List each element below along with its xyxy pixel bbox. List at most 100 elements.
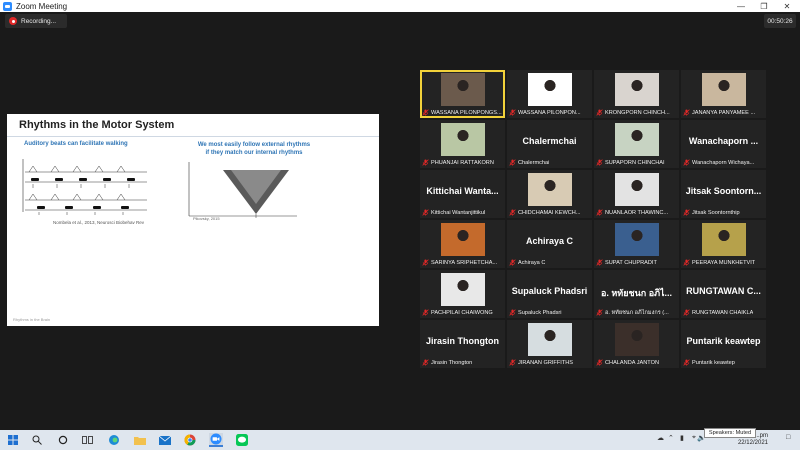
meeting-timer: 00:50:26 [764, 14, 796, 28]
participant-caption: SUPAT CHUPRADIT [596, 258, 657, 267]
participant-video [701, 73, 746, 106]
participant-tile[interactable]: JIRANAN GRIFFITHS [507, 320, 592, 368]
muted-mic-icon [509, 309, 516, 316]
edge-icon[interactable] [107, 433, 121, 447]
right-citation: Pikovsky, 2015 [193, 216, 220, 221]
muted-mic-icon [596, 109, 603, 116]
participant-tile[interactable]: RUNGTAWAN C... RUNGTAWAN CHAIKLA [681, 270, 766, 318]
participant-name-label: PACHPILAI CHAIWONG [431, 309, 493, 316]
recording-icon [9, 17, 17, 25]
participant-tile[interactable]: อ. หทัยชนก อภิไ... อ. หทัยชนก อภิไกมงกร (… [594, 270, 679, 318]
entrainment-funnel-diagram [188, 162, 297, 218]
slide-footer: Rhythms in the Brain [13, 317, 51, 322]
muted-mic-icon [422, 259, 429, 266]
participant-tile[interactable]: WASSANA PILONPONGS... [420, 70, 505, 118]
left-citation: Nombela et al., 2013, Neurosci Biobehav … [53, 220, 145, 225]
participant-caption: CHIDCHAMAI KEWCH... [509, 208, 580, 217]
participant-display-name: Wanachaporn ... [688, 136, 759, 146]
participant-name-label: PHUANJAI RATTAKORN [431, 159, 494, 166]
windows-taskbar: ☁ ⌃ ▮ ⌖ 🔈 ...pm 22/12/2021 □ [0, 430, 800, 450]
participant-video [440, 73, 485, 106]
participant-gallery: WASSANA PILONPONGS... WASSANA PILONPON...… [420, 70, 766, 370]
participant-name-label: CHIDCHAMAI KEWCH... [518, 209, 581, 216]
muted-mic-icon [422, 109, 429, 116]
participant-caption: PHUANJAI RATTAKORN [422, 158, 494, 167]
notifications-icon[interactable]: □ [786, 434, 790, 441]
zoom-app-icon [3, 1, 12, 11]
participant-tile[interactable]: PEERAYA MUNKHETVIT [681, 220, 766, 268]
participant-name-label: Chalermchai [518, 159, 550, 166]
participant-caption: JIRANAN GRIFFITHS [509, 358, 573, 367]
slide-right-heading-line1: We most easily follow external rhythms [197, 142, 311, 148]
participant-caption: Kittichai Wantanjittikul [422, 208, 485, 217]
muted-mic-icon [422, 209, 429, 216]
file-explorer-icon[interactable] [133, 433, 147, 447]
participant-name-label: Wanachaporn Wichaya... [692, 159, 755, 166]
muted-mic-icon [509, 159, 516, 166]
restore-icon[interactable]: ❐ [753, 0, 775, 12]
participant-video [440, 123, 485, 156]
participant-name-label: Jitsak Soontornthip [692, 209, 740, 216]
participant-video [527, 73, 572, 106]
participant-caption: PACHPILAI CHAIWONG [422, 308, 493, 317]
participant-caption: Jirasin Thongton [422, 358, 472, 367]
participant-tile[interactable]: KRONGPORN CHINCH... [594, 70, 679, 118]
zoom-window: Zoom Meeting — ❐ ✕ Recording... 00:50:26… [0, 0, 800, 430]
participant-tile[interactable]: CHALANDA JANTON [594, 320, 679, 368]
minimize-icon[interactable]: — [730, 0, 752, 12]
participant-tile[interactable]: Kittichai Wanta... Kittichai Wantanjittik… [420, 170, 505, 218]
mail-icon[interactable] [158, 433, 172, 447]
cortana-icon[interactable] [56, 433, 70, 447]
participant-video [440, 223, 485, 256]
participant-name-label: JANANYA PANYAMEE ... [692, 109, 756, 116]
battery-icon[interactable]: ▮ [680, 434, 684, 442]
muted-mic-icon [509, 359, 516, 366]
participant-tile[interactable]: SUPAT CHUPRADIT [594, 220, 679, 268]
participant-tile[interactable]: Jitsak Soontorn... Jitsak Soontornthip [681, 170, 766, 218]
participant-name-label: SUPAPORN CHINCHAI [605, 159, 665, 166]
chrome-icon[interactable] [183, 433, 197, 447]
start-icon[interactable] [6, 433, 20, 447]
close-icon[interactable]: ✕ [776, 0, 798, 12]
network-icon[interactable]: ⌖ [692, 434, 696, 442]
task-view-icon[interactable] [80, 433, 94, 447]
participant-video [614, 323, 659, 356]
participant-tile[interactable]: JANANYA PANYAMEE ... [681, 70, 766, 118]
participant-name-label: Puntarik keawtep [692, 359, 735, 366]
participant-tile[interactable]: Supaluck Phadsri Supaluck Phadsri [507, 270, 592, 318]
participant-tile[interactable]: Jirasin Thongton Jirasin Thongton [420, 320, 505, 368]
search-icon[interactable] [30, 433, 44, 447]
muted-mic-icon [683, 259, 690, 266]
participant-caption: SARINYA SRIPHETCHA... [422, 258, 497, 267]
participant-tile[interactable]: SUPAPORN CHINCHAI [594, 120, 679, 168]
participant-tile[interactable]: NUANLAOR THAWINC... [594, 170, 679, 218]
rhythm-diagram [22, 159, 147, 215]
show-hidden-icons-icon[interactable]: ⌃ [668, 434, 674, 442]
muted-mic-icon [509, 259, 516, 266]
muted-mic-icon [422, 159, 429, 166]
participant-caption: JANANYA PANYAMEE ... [683, 108, 755, 117]
participant-tile[interactable]: Achiraya C Achiraya C [507, 220, 592, 268]
slide-left-heading: Auditory beats can facilitate walking [24, 141, 128, 147]
participant-tile[interactable]: Chalermchai Chalermchai [507, 120, 592, 168]
participant-tile[interactable]: PHUANJAI RATTAKORN [420, 120, 505, 168]
participant-display-name: Jirasin Thongton [426, 336, 499, 346]
participant-name-label: Jirasin Thongton [431, 359, 473, 366]
zoom-taskbar-icon[interactable] [209, 433, 223, 447]
participant-caption: Supaluck Phadsri [509, 308, 562, 317]
cloud-icon[interactable]: ☁ [657, 434, 664, 442]
participant-caption: Jitsak Soontornthip [683, 208, 740, 217]
participant-tile[interactable]: CHIDCHAMAI KEWCH... [507, 170, 592, 218]
participant-display-name: Puntarik keawtep [686, 336, 761, 346]
participant-tile[interactable]: SARINYA SRIPHETCHA... [420, 220, 505, 268]
participant-tile[interactable]: Puntarik keawtep Puntarik keawtep [681, 320, 766, 368]
muted-mic-icon [422, 309, 429, 316]
recording-indicator[interactable]: Recording... [5, 14, 67, 28]
participant-name-label: NUANLAOR THAWINC... [605, 209, 669, 216]
line-app-icon[interactable] [235, 433, 249, 447]
slide-divider [7, 136, 379, 137]
muted-mic-icon [509, 109, 516, 116]
participant-tile[interactable]: Wanachaporn ... Wanachaporn Wichaya... [681, 120, 766, 168]
participant-tile[interactable]: PACHPILAI CHAIWONG [420, 270, 505, 318]
participant-tile[interactable]: WASSANA PILONPON... [507, 70, 592, 118]
